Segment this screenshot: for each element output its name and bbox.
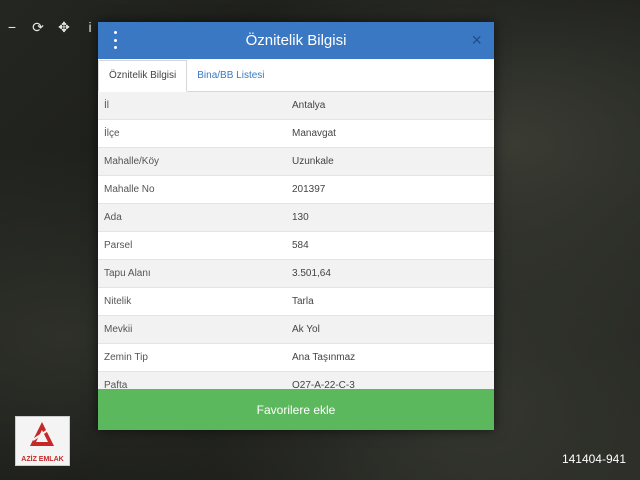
table-row: Mahalle No 201397 [98, 176, 494, 204]
row-key: İlçe [104, 128, 120, 139]
table-row: Ada 130 [98, 204, 494, 232]
logo-text: AZİZ EMLAK [21, 456, 64, 463]
row-key: Parsel [104, 240, 133, 251]
row-value: 201397 [292, 184, 326, 195]
table-row: Tapu Alanı 3.501,64 [98, 260, 494, 288]
table-row: İlçe Manavgat [98, 120, 494, 148]
close-icon[interactable]: × [471, 30, 482, 50]
row-value: 130 [292, 212, 309, 223]
refresh-icon[interactable]: ⟳ [30, 19, 46, 36]
tab-attribute-info[interactable]: Öznitelik Bilgisi [98, 60, 188, 92]
attribute-info-modal: Öznitelik Bilgisi × Öznitelik Bilgisi Bi… [98, 22, 494, 430]
row-value: Antalya [292, 100, 326, 111]
agency-logo: AZİZ EMLAK [15, 416, 70, 466]
attribute-table: İl Antalya İlçe Manavgat Mahalle/Köy Uzu… [98, 92, 494, 400]
add-to-favorites-button[interactable]: Favorilere ekle [98, 389, 494, 430]
row-key: Mevkii [104, 324, 133, 335]
row-key: Zemin Tip [104, 352, 148, 363]
row-key: Tapu Alanı [104, 268, 151, 279]
modal-title: Öznitelik Bilgisi [245, 32, 347, 49]
kebab-menu-icon[interactable] [112, 31, 118, 49]
table-row: Parsel 584 [98, 232, 494, 260]
tab-bar: Öznitelik Bilgisi Bina/BB Listesi [98, 59, 494, 92]
row-value: Manavgat [292, 128, 336, 139]
row-key: İl [104, 100, 109, 111]
row-key: Nitelik [104, 296, 132, 307]
logo-mark-icon [30, 422, 54, 446]
table-row: Zemin Tip Ana Taşınmaz [98, 344, 494, 372]
table-row: İl Antalya [98, 92, 494, 120]
minus-icon[interactable]: − [4, 19, 20, 35]
map-toolbar: − ⟳ ✥ i [0, 14, 114, 40]
modal-header: Öznitelik Bilgisi × [98, 22, 494, 59]
info-icon[interactable]: i [82, 19, 98, 35]
row-key: Ada [104, 212, 122, 223]
tab-building-list[interactable]: Bina/BB Listesi [187, 61, 274, 91]
table-row: Nitelik Tarla [98, 288, 494, 316]
listing-id: 141404-941 [561, 452, 626, 466]
row-value: Ak Yol [292, 324, 320, 335]
table-row: Mahalle/Köy Uzunkale [98, 148, 494, 176]
row-value: Uzunkale [292, 156, 334, 167]
row-value: 3.501,64 [292, 268, 331, 279]
table-row: Mevkii Ak Yol [98, 316, 494, 344]
row-value: 584 [292, 240, 309, 251]
row-value: Tarla [292, 296, 314, 307]
row-value: Ana Taşınmaz [292, 352, 356, 363]
row-key: Mahalle No [104, 184, 155, 195]
move-icon[interactable]: ✥ [56, 19, 72, 36]
row-key: Mahalle/Köy [104, 156, 160, 167]
